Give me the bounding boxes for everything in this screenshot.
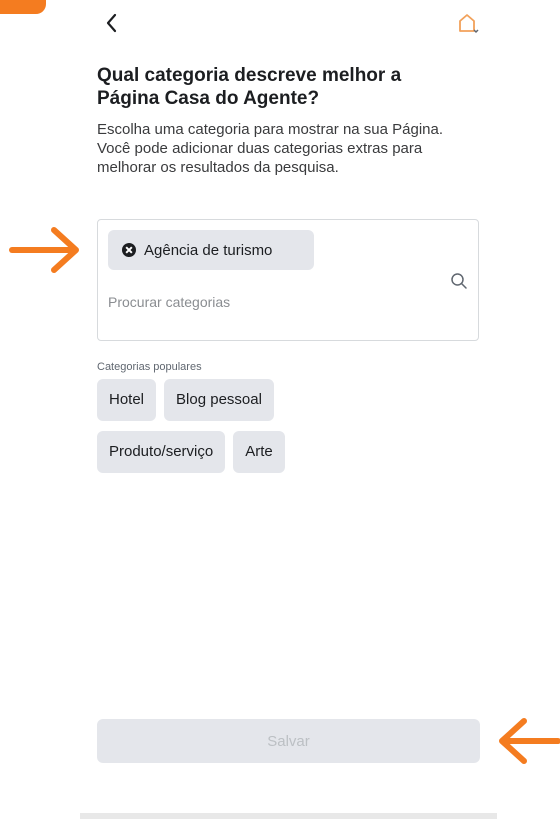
category-chip-produto-servico[interactable]: Produto/serviço bbox=[97, 431, 226, 473]
bottom-bar bbox=[80, 813, 497, 819]
selected-category-chip[interactable]: Agência de turismo bbox=[108, 230, 314, 270]
category-search-input[interactable] bbox=[108, 294, 428, 310]
category-chip-hotel[interactable]: Hotel bbox=[97, 379, 157, 421]
arrow-right-icon bbox=[9, 227, 79, 273]
popular-categories-label: Categorias populares bbox=[97, 361, 202, 373]
page-description: Escolha uma categoria para mostrar na su… bbox=[97, 121, 444, 176]
corner-decoration bbox=[0, 0, 46, 14]
category-chip-arte[interactable]: Arte bbox=[233, 431, 285, 473]
page-title: Qual categoria descreve melhor a Página … bbox=[97, 65, 402, 109]
search-icon[interactable] bbox=[450, 272, 468, 290]
category-chip-blog-pessoal[interactable]: Blog pessoal bbox=[164, 379, 274, 421]
back-chevron-icon[interactable] bbox=[98, 8, 128, 38]
selected-category-label: Agência de turismo bbox=[144, 241, 273, 259]
page-switch-icon[interactable] bbox=[454, 10, 482, 38]
category-selector[interactable]: Agência de turismo bbox=[97, 219, 479, 341]
save-button[interactable]: Salvar bbox=[97, 719, 480, 763]
arrow-left-icon bbox=[499, 718, 560, 764]
remove-icon[interactable] bbox=[122, 243, 136, 257]
popular-categories-list: Hotel Blog pessoal Produto/serviço Arte bbox=[97, 379, 357, 483]
